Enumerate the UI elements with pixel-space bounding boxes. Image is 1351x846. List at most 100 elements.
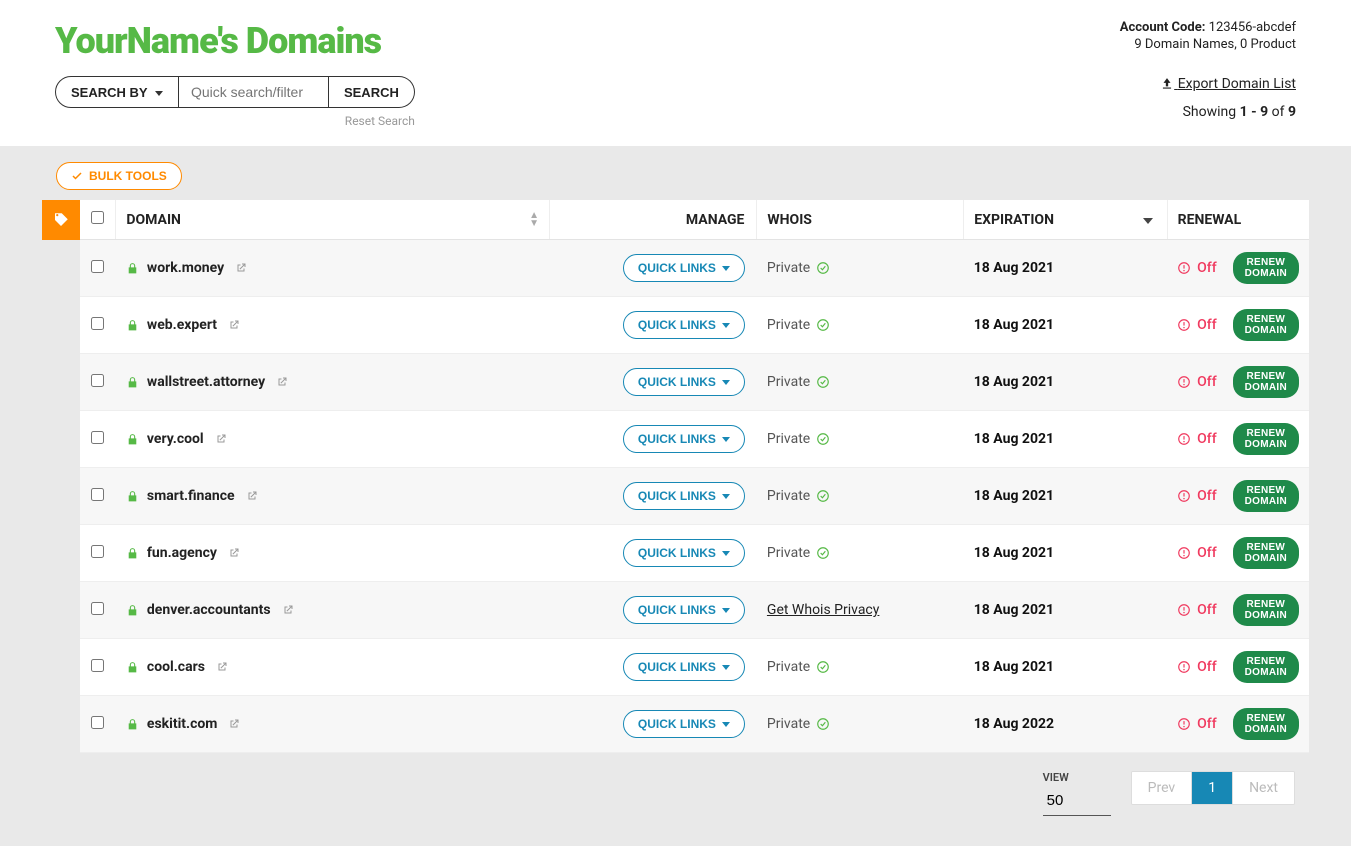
row-checkbox[interactable]: [91, 488, 104, 501]
caret-down-icon: [155, 91, 163, 96]
open-domain-icon[interactable]: [276, 374, 288, 390]
alert-circle-icon: [1177, 318, 1191, 332]
renew-domain-button[interactable]: RENEW DOMAIN: [1233, 423, 1299, 455]
whois-private: Private: [767, 659, 830, 675]
expiration-date: 18 Aug 2021: [974, 260, 1054, 276]
check-circle-icon: [816, 660, 830, 674]
next-page-button[interactable]: Next: [1232, 772, 1294, 804]
domain-link[interactable]: denver.accountants: [147, 602, 271, 618]
domain-link[interactable]: web.expert: [147, 317, 217, 333]
quick-links-button[interactable]: QUICK LINKS: [623, 710, 745, 738]
auto-renewal-status: Off: [1177, 716, 1217, 732]
renew-domain-button[interactable]: RENEW DOMAIN: [1233, 480, 1299, 512]
domain-link[interactable]: smart.finance: [147, 488, 235, 504]
view-count-input[interactable]: [1043, 786, 1111, 816]
export-domain-list-link[interactable]: Export Domain List: [1160, 76, 1296, 92]
external-link-icon: [215, 433, 227, 445]
quick-links-button[interactable]: QUICK LINKS: [623, 311, 745, 339]
open-domain-icon[interactable]: [246, 488, 258, 504]
auto-renewal-status: Off: [1177, 317, 1217, 333]
domain-table: DOMAIN ▲▼ MANAGE WHOIS EXPIRATION RENEWA…: [80, 200, 1309, 753]
auto-renewal-status: Off: [1177, 545, 1217, 561]
open-domain-icon[interactable]: [215, 431, 227, 447]
tag-tab[interactable]: [42, 200, 80, 240]
caret-down-icon: [722, 551, 730, 556]
lock-icon: [126, 661, 139, 674]
domain-link[interactable]: fun.agency: [147, 545, 217, 561]
quick-links-button[interactable]: QUICK LINKS: [623, 254, 745, 282]
table-row: wallstreet.attorneyQUICK LINKSPrivate 18…: [80, 354, 1309, 411]
renew-domain-button[interactable]: RENEW DOMAIN: [1233, 366, 1299, 398]
quick-links-button[interactable]: QUICK LINKS: [623, 425, 745, 453]
lock-icon: [126, 433, 139, 446]
domain-link[interactable]: eskitit.com: [147, 716, 218, 732]
domain-link[interactable]: work.money: [147, 260, 224, 276]
col-expiration-header[interactable]: EXPIRATION: [964, 200, 1167, 240]
quick-links-button[interactable]: QUICK LINKS: [623, 539, 745, 567]
search-button[interactable]: SEARCH: [329, 76, 415, 108]
open-domain-icon[interactable]: [228, 716, 240, 732]
whois-private: Private: [767, 488, 830, 504]
renew-domain-button[interactable]: RENEW DOMAIN: [1233, 537, 1299, 569]
pagination: Prev 1 Next: [1131, 771, 1295, 805]
auto-renewal-status: Off: [1177, 488, 1217, 504]
domain-link[interactable]: very.cool: [147, 431, 204, 447]
reset-search-link[interactable]: Reset Search: [55, 114, 415, 128]
domain-link[interactable]: wallstreet.attorney: [147, 374, 265, 390]
row-checkbox[interactable]: [91, 545, 104, 558]
quick-links-button[interactable]: QUICK LINKS: [623, 653, 745, 681]
auto-renewal-status: Off: [1177, 374, 1217, 390]
table-row: very.coolQUICK LINKSPrivate 18 Aug 2021 …: [80, 411, 1309, 468]
row-checkbox[interactable]: [91, 602, 104, 615]
check-circle-icon: [816, 489, 830, 503]
open-domain-icon[interactable]: [235, 260, 247, 276]
open-domain-icon[interactable]: [228, 317, 240, 333]
quick-links-button[interactable]: QUICK LINKS: [623, 482, 745, 510]
download-icon: [1160, 77, 1174, 91]
search-by-button[interactable]: SEARCH BY: [55, 76, 179, 108]
col-domain-header[interactable]: DOMAIN ▲▼: [116, 200, 550, 240]
whois-private: Private: [767, 431, 830, 447]
col-whois-header: WHOIS: [757, 200, 964, 240]
page-1-button[interactable]: 1: [1191, 772, 1232, 804]
bulk-tools-button[interactable]: BULK TOOLS: [56, 162, 182, 190]
row-checkbox[interactable]: [91, 260, 104, 273]
open-domain-icon[interactable]: [228, 545, 240, 561]
open-domain-icon[interactable]: [216, 659, 228, 675]
alert-circle-icon: [1177, 660, 1191, 674]
row-checkbox[interactable]: [91, 317, 104, 330]
row-checkbox[interactable]: [91, 716, 104, 729]
expiration-date: 18 Aug 2021: [974, 545, 1054, 561]
renew-domain-button[interactable]: RENEW DOMAIN: [1233, 309, 1299, 341]
row-checkbox[interactable]: [91, 374, 104, 387]
external-link-icon: [246, 490, 258, 502]
lock-icon: [126, 319, 139, 332]
page-title: YourName's Domains: [55, 20, 381, 62]
check-circle-icon: [816, 318, 830, 332]
quick-links-button[interactable]: QUICK LINKS: [623, 596, 745, 624]
open-domain-icon[interactable]: [282, 602, 294, 618]
external-link-icon: [228, 547, 240, 559]
renew-domain-button[interactable]: RENEW DOMAIN: [1233, 594, 1299, 626]
renew-domain-button[interactable]: RENEW DOMAIN: [1233, 651, 1299, 683]
table-row: smart.financeQUICK LINKSPrivate 18 Aug 2…: [80, 468, 1309, 525]
check-circle-icon: [816, 375, 830, 389]
sort-icon: ▲▼: [529, 212, 539, 228]
search-input[interactable]: [179, 76, 329, 108]
renew-domain-button[interactable]: RENEW DOMAIN: [1233, 252, 1299, 284]
row-checkbox[interactable]: [91, 431, 104, 444]
auto-renewal-status: Off: [1177, 659, 1217, 675]
domain-link[interactable]: cool.cars: [147, 659, 205, 675]
quick-links-button[interactable]: QUICK LINKS: [623, 368, 745, 396]
caret-down-icon: [722, 437, 730, 442]
prev-page-button[interactable]: Prev: [1132, 772, 1192, 804]
whois-private: Private: [767, 374, 830, 390]
domain-summary: 9 Domain Names, 0 Product: [1120, 37, 1296, 52]
caret-down-icon: [722, 266, 730, 271]
get-whois-privacy-link[interactable]: Get Whois Privacy: [767, 602, 879, 618]
alert-circle-icon: [1177, 546, 1191, 560]
col-manage-header: MANAGE: [550, 200, 757, 240]
renew-domain-button[interactable]: RENEW DOMAIN: [1233, 708, 1299, 740]
select-all-checkbox[interactable]: [91, 211, 104, 224]
row-checkbox[interactable]: [91, 659, 104, 672]
